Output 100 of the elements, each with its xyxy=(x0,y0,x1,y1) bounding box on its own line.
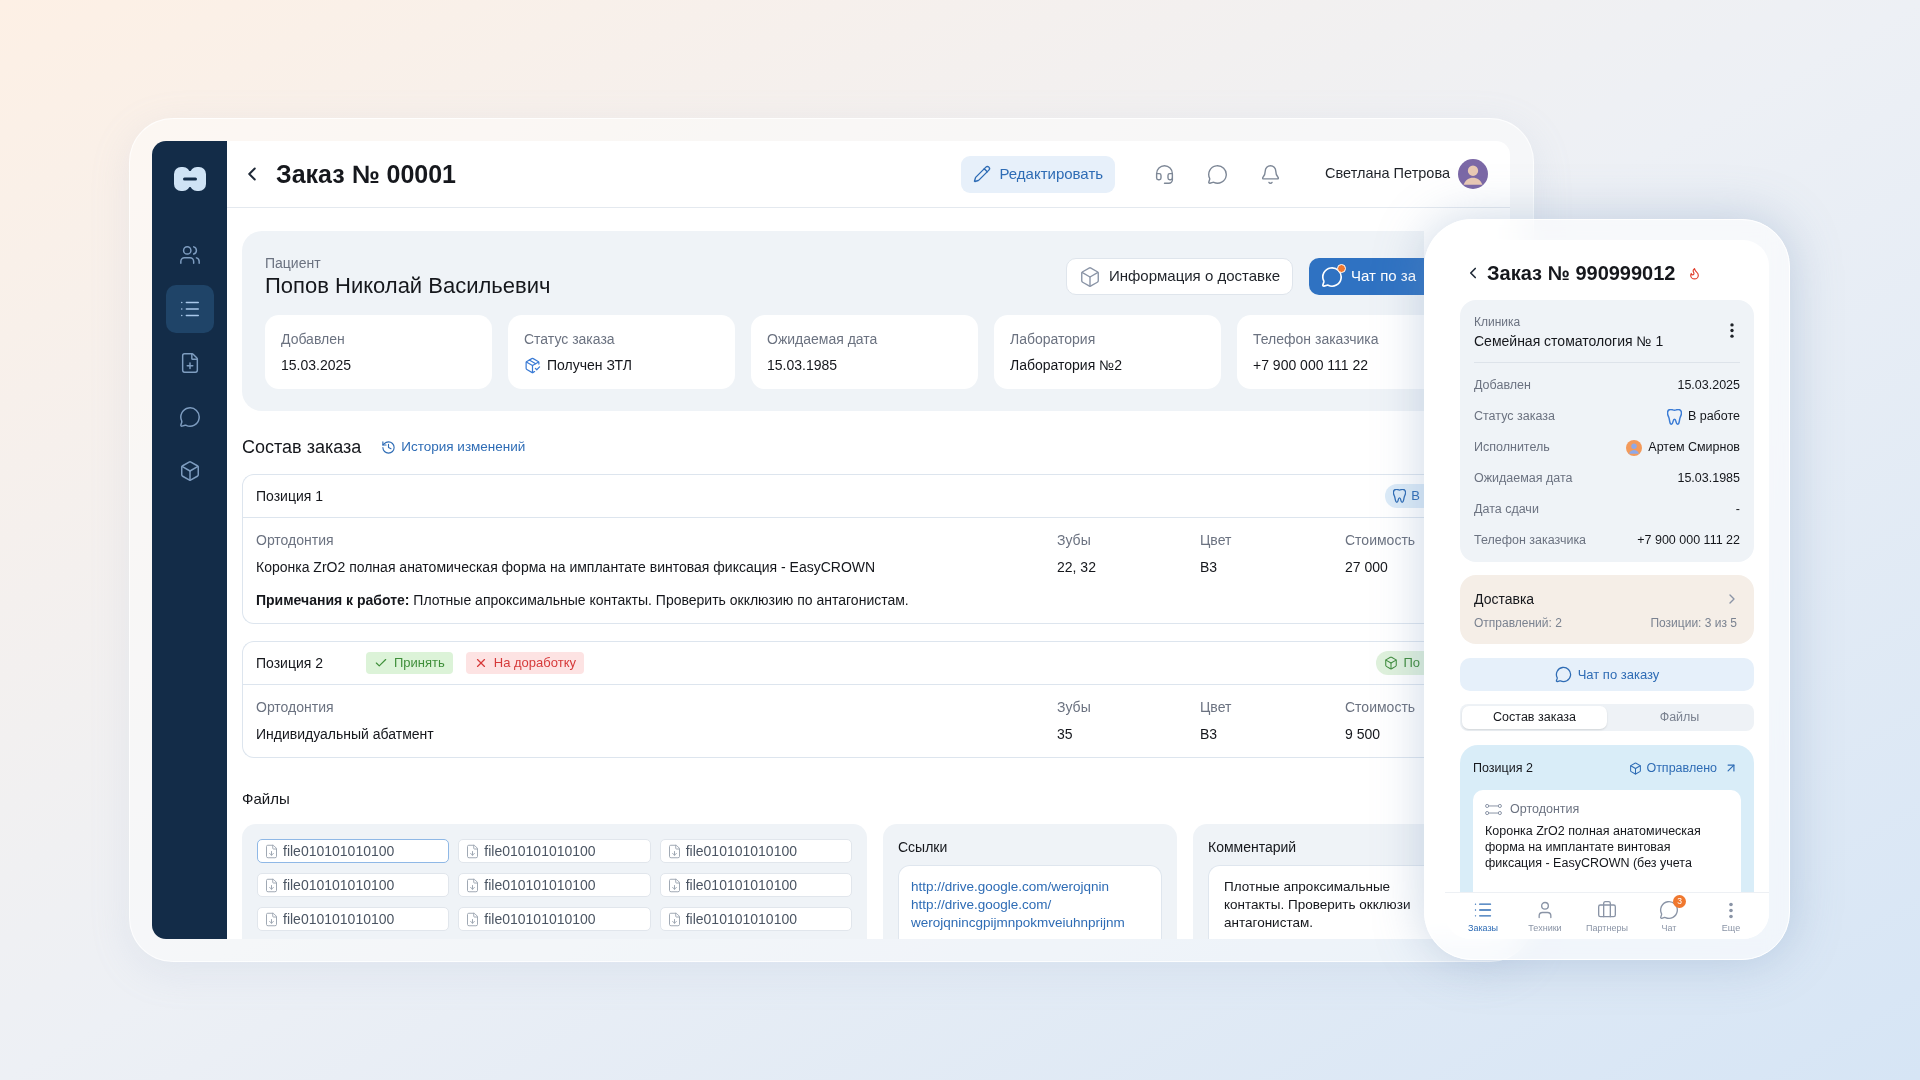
pencil-icon xyxy=(973,165,992,183)
field-value: Лаборатория №2 xyxy=(1010,356,1122,374)
tooth-icon xyxy=(1666,408,1682,425)
field-label: Телефон заказчика xyxy=(1253,330,1380,348)
delivery-title: Доставка xyxy=(1474,590,1535,608)
avatar-icon xyxy=(1626,439,1643,456)
field-label: Телефон заказчика xyxy=(1474,532,1587,550)
nav-tab[interactable]: Техники xyxy=(1514,893,1576,939)
file-icon xyxy=(465,911,481,927)
box-icon xyxy=(1078,265,1101,288)
field-label: Клиника xyxy=(1474,314,1522,330)
field-label: Ожидаемая дата xyxy=(767,330,879,348)
user-name[interactable]: Светлана Петрова xyxy=(1325,163,1450,185)
file-item[interactable]: file010101010100 xyxy=(257,907,450,931)
field-label: Добавлен xyxy=(1474,377,1531,395)
file-icon xyxy=(666,911,682,927)
field-value: 15.03.2025 xyxy=(281,356,352,374)
nav-tab[interactable]: Заказы xyxy=(1452,893,1514,939)
field-label: Статус заказа xyxy=(1474,408,1555,426)
column-label: Ортодонтия xyxy=(256,698,335,716)
nav-tab[interactable]: Еще xyxy=(1700,893,1762,939)
file-item[interactable]: file010101010100 xyxy=(458,907,651,931)
tooth-icon xyxy=(1393,489,1407,503)
drive-link[interactable]: http://drive.google.com/werojqnin xyxy=(911,878,1110,896)
box-icon xyxy=(1384,656,1399,670)
rework-button[interactable]: На доработку xyxy=(465,652,584,674)
chat-button[interactable]: Чат по заказу xyxy=(1460,658,1754,691)
field-value: Артем Смирнов xyxy=(1648,439,1740,457)
more-icon[interactable] xyxy=(1730,323,1734,338)
file-item[interactable]: file010101010100 xyxy=(257,873,450,897)
count-badge: 3 xyxy=(1673,895,1686,908)
shipped-status: Отправлено xyxy=(1629,760,1717,776)
file-item[interactable]: file010101010100 xyxy=(659,873,852,897)
field-value: 15.03.2025 xyxy=(1677,377,1740,395)
column-value: B3 xyxy=(1200,725,1219,743)
chat-icon xyxy=(178,406,201,428)
page-title: Заказ № 00001 xyxy=(276,159,456,190)
column-value: 27 000 xyxy=(1345,558,1389,576)
more-icon xyxy=(1729,901,1733,919)
sidebar-item[interactable] xyxy=(165,285,214,333)
column-value: Индивидуальный абатмент xyxy=(256,725,435,743)
chat-icon xyxy=(1659,900,1679,920)
item-description: Коронка ZrO2 полная анатомическая форма на имплантате винтовая фиксация - EasyCROWN (без учета xyxy=(1485,823,1702,871)
position-title: Позиция 2 xyxy=(256,653,325,673)
status-tag: В xyxy=(1385,484,1424,508)
shipments-count: Отправлений: 2 xyxy=(1474,615,1562,631)
column-value: B3 xyxy=(1200,558,1219,576)
delivery-info-button[interactable]: Информация о доставке xyxy=(1065,258,1294,295)
file-icon xyxy=(465,877,481,893)
chat-icon[interactable] xyxy=(1207,163,1229,185)
file-item[interactable]: file010101010100 xyxy=(659,839,852,863)
nav-tab[interactable]: Партнеры xyxy=(1576,893,1638,939)
chat-icon xyxy=(1321,265,1344,288)
column-value: 9 500 xyxy=(1345,725,1382,743)
logo-icon xyxy=(173,167,206,191)
file-item[interactable]: file010101010100 xyxy=(257,839,450,863)
column-label: Цвет xyxy=(1200,698,1233,716)
position-title: Позиция 2 xyxy=(1473,760,1533,776)
file-icon xyxy=(666,843,682,859)
section-title: Файлы xyxy=(242,789,291,809)
cube-icon xyxy=(178,460,201,482)
chat-button[interactable]: Чат по за xyxy=(1309,258,1424,295)
column-label: Ортодонтия xyxy=(256,531,335,549)
nav-tab[interactable]: 3 Чат xyxy=(1638,893,1700,939)
bell-icon[interactable] xyxy=(1260,163,1282,185)
column-value: 35 xyxy=(1057,725,1074,743)
file-icon xyxy=(264,877,279,893)
braces-icon xyxy=(1485,802,1502,816)
history-link[interactable]: История изменений xyxy=(381,436,526,458)
order-title: Заказ № 990999012 xyxy=(1487,261,1676,286)
file-item[interactable]: file010101010100 xyxy=(458,839,651,863)
panel-title: Комментарий xyxy=(1208,838,1298,856)
tab[interactable]: Состав заказа xyxy=(1462,706,1607,729)
field-label: Дата сдачи xyxy=(1474,501,1539,519)
file-item[interactable]: file010101010100 xyxy=(659,907,852,931)
field-label: Пациент xyxy=(265,254,322,272)
headset-icon[interactable] xyxy=(1154,163,1176,185)
work-note: Примечания к работе: Плотные апроксимальные контакты. Проверить окклюзию по антагонистам. xyxy=(256,591,910,609)
position-title: Позиция 1 xyxy=(256,486,325,506)
panel-title: Ссылки xyxy=(898,838,949,856)
chat-icon xyxy=(1554,666,1572,683)
delivery-card[interactable]: Доставка Отправлений: 2 Позиции: 3 из 5 xyxy=(1460,575,1754,644)
column-value: Коронка ZrO2 полная анатомическая форма на имплантате винтовая фиксация - EasyCROWN xyxy=(256,558,877,576)
field-label: Добавлен xyxy=(281,330,346,348)
users-icon xyxy=(178,244,201,266)
history-icon xyxy=(381,439,397,455)
column-value: 22, 32 xyxy=(1057,558,1097,576)
positions-count: Позиции: 3 из 5 xyxy=(1650,615,1737,631)
field-value: +7 900 000 111 22 xyxy=(1637,532,1740,550)
edit-button[interactable]: Редактировать xyxy=(961,155,1116,193)
avatar-icon[interactable] xyxy=(1458,159,1488,189)
drive-link[interactable]: http://drive.google.com/werojqnincgpijmnpokmveiuhnprijnm xyxy=(911,896,1149,932)
file-icon xyxy=(264,911,279,927)
file-item[interactable]: file010101010100 xyxy=(458,873,651,897)
field-value: Получен ЗТЛ xyxy=(547,356,632,374)
accept-button[interactable]: Принять xyxy=(366,652,453,674)
field-label: Ожидаемая дата xyxy=(1474,470,1573,488)
comment-text: Плотные апроксимальные контакты. Проверить окклюзи антагонистам. xyxy=(1224,878,1412,932)
tab[interactable]: Файлы xyxy=(1607,706,1752,729)
field-value: 15.03.1985 xyxy=(767,356,838,374)
